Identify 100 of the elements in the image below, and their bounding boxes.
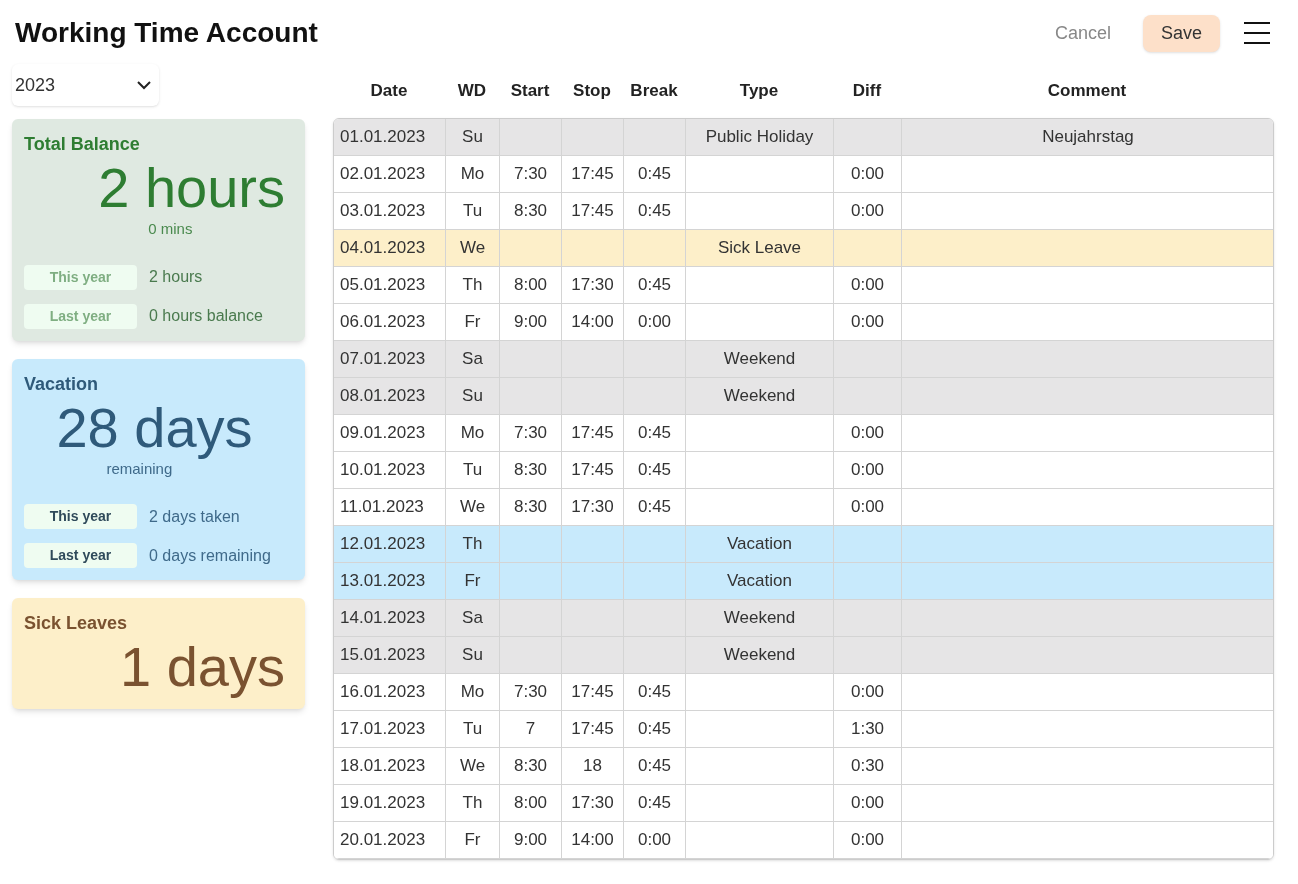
type-cell-text: Weekend bbox=[723, 348, 796, 371]
table-row[interactable]: 05.01.2023 Th 8:00 17:30 0:45 0:00 bbox=[334, 267, 1273, 304]
weekday-cell-text: We bbox=[459, 496, 486, 519]
column-header: WD bbox=[457, 80, 487, 103]
date-cell-text: 08.01.2023 bbox=[340, 385, 426, 408]
break-cell-text: 0:45 bbox=[637, 718, 672, 741]
year-value: 0 hours balance bbox=[149, 306, 263, 326]
weekday-cell-text: Fr bbox=[464, 570, 481, 593]
type-cell-text: Weekend bbox=[723, 385, 796, 408]
weekday-cell-text: Mo bbox=[460, 422, 485, 445]
column-header: Type bbox=[739, 80, 779, 103]
year-select[interactable]: 2023 bbox=[12, 64, 159, 106]
diff-cell-text: 0:00 bbox=[850, 496, 885, 519]
stop-cell-text: 17:45 bbox=[571, 718, 614, 741]
column-header: Stop bbox=[573, 80, 611, 103]
start-cell-text: 7:30 bbox=[513, 681, 548, 704]
table-row[interactable]: 01.01.2023 Su Public Holiday Neujahrstag bbox=[334, 119, 1273, 156]
date-cell-text: 09.01.2023 bbox=[340, 422, 426, 445]
start-cell-text: 8:30 bbox=[513, 755, 548, 778]
weekday-cell-text: Tu bbox=[462, 200, 483, 223]
break-cell-text: 0:45 bbox=[637, 459, 672, 482]
table-row[interactable]: 16.01.2023 Mo 7:30 17:45 0:45 0:00 bbox=[334, 674, 1273, 711]
weekday-cell-text: Su bbox=[462, 644, 483, 667]
date-cell-text: 20.01.2023 bbox=[340, 829, 426, 852]
date-cell-text: 02.01.2023 bbox=[340, 163, 426, 186]
table-row[interactable]: 18.01.2023 We 8:30 18 0:45 0:30 bbox=[334, 748, 1273, 785]
weekday-cell-text: Mo bbox=[460, 163, 485, 186]
break-cell-text: 0:00 bbox=[637, 311, 672, 334]
table-row[interactable]: 07.01.2023 Sa Weekend bbox=[334, 341, 1273, 378]
card-title: Vacation bbox=[24, 372, 100, 396]
start-cell-text: 8:30 bbox=[513, 496, 548, 519]
cancel-button[interactable]: Cancel bbox=[1046, 19, 1119, 47]
break-cell-text: 0:45 bbox=[637, 163, 672, 186]
card-value: 1 days bbox=[120, 637, 285, 697]
column-header: Date bbox=[370, 80, 408, 103]
column-header: Comment bbox=[1047, 80, 1127, 103]
break-cell-text: 0:45 bbox=[637, 274, 672, 297]
table-row[interactable]: 17.01.2023 Tu 7 17:45 0:45 1:30 bbox=[334, 711, 1273, 748]
break-cell-text: 0:45 bbox=[637, 755, 672, 778]
year-value: 2 days taken bbox=[149, 506, 240, 527]
stop-cell-text: 17:45 bbox=[571, 681, 614, 704]
date-cell-text: 11.01.2023 bbox=[340, 496, 424, 519]
start-cell-text: 8:30 bbox=[513, 459, 548, 482]
type-cell-text: Vacation bbox=[727, 570, 792, 593]
weekday-cell-text: Fr bbox=[464, 829, 481, 852]
table-row[interactable]: 15.01.2023 Su Weekend bbox=[334, 637, 1273, 674]
stop-cell-text: 14:00 bbox=[571, 829, 614, 852]
comment-cell-text: Neujahrstag bbox=[1042, 126, 1134, 149]
weekday-cell-text: Th bbox=[462, 792, 483, 815]
stop-cell-text: 17:30 bbox=[571, 274, 614, 297]
table-row[interactable]: 11.01.2023 We 8:30 17:30 0:45 0:00 bbox=[334, 489, 1273, 526]
table-row[interactable]: 12.01.2023 Th Vacation bbox=[334, 526, 1273, 563]
year-label: This year bbox=[24, 504, 137, 529]
start-cell-text: 7 bbox=[525, 718, 536, 741]
start-cell-text: 9:00 bbox=[513, 829, 548, 852]
save-button[interactable]: Save bbox=[1142, 14, 1220, 52]
date-cell-text: 16.01.2023 bbox=[340, 681, 426, 704]
column-header: Start bbox=[510, 80, 550, 103]
table-row[interactable]: 04.01.2023 We Sick Leave bbox=[334, 230, 1273, 267]
date-cell-text: 07.01.2023 bbox=[340, 348, 426, 371]
break-cell-text: 0:45 bbox=[637, 681, 672, 704]
date-cell-text: 10.01.2023 bbox=[340, 459, 426, 482]
table-row[interactable]: 19.01.2023 Th 8:00 17:30 0:45 0:00 bbox=[334, 785, 1273, 822]
table-row[interactable]: 14.01.2023 Sa Weekend bbox=[334, 600, 1273, 637]
table-row[interactable]: 06.01.2023 Fr 9:00 14:00 0:00 0:00 bbox=[334, 304, 1273, 341]
stop-cell-text: 17:45 bbox=[571, 459, 614, 482]
menu-icon[interactable] bbox=[1244, 22, 1270, 44]
weekday-cell-text: We bbox=[459, 755, 486, 778]
table-row[interactable]: 13.01.2023 Fr Vacation bbox=[334, 563, 1273, 600]
table-row[interactable]: 10.01.2023 Tu 8:30 17:45 0:45 0:00 bbox=[334, 452, 1273, 489]
type-cell-text: Weekend bbox=[723, 644, 796, 667]
date-cell-text: 15.01.2023 bbox=[340, 644, 426, 667]
card-subtitle: remaining bbox=[105, 459, 174, 479]
table-row[interactable]: 03.01.2023 Tu 8:30 17:45 0:45 0:00 bbox=[334, 193, 1273, 230]
date-cell-text: 18.01.2023 bbox=[340, 755, 426, 778]
year-label: This year bbox=[24, 264, 137, 290]
start-cell-text: 7:30 bbox=[513, 422, 548, 445]
card-value: 2 hours bbox=[98, 158, 285, 218]
page-title: Working Time Account bbox=[15, 16, 318, 50]
date-cell-text: 03.01.2023 bbox=[340, 200, 426, 223]
table-row[interactable]: 09.01.2023 Mo 7:30 17:45 0:45 0:00 bbox=[334, 415, 1273, 452]
weekday-cell-text: Sa bbox=[462, 607, 483, 630]
table-row[interactable]: 20.01.2023 Fr 9:00 14:00 0:00 0:00 bbox=[334, 822, 1273, 859]
break-cell-text: 0:45 bbox=[637, 422, 672, 445]
start-cell-text: 8:30 bbox=[513, 200, 548, 223]
date-cell-text: 06.01.2023 bbox=[340, 311, 426, 334]
card-title: Sick Leaves bbox=[24, 612, 129, 635]
weekday-cell-text: Th bbox=[462, 274, 483, 297]
year-label: Last year bbox=[24, 543, 137, 568]
diff-cell-text: 0:00 bbox=[850, 459, 885, 482]
column-header: Break bbox=[630, 80, 678, 103]
chevron-down-icon bbox=[137, 80, 151, 90]
table-row[interactable]: 02.01.2023 Mo 7:30 17:45 0:45 0:00 bbox=[334, 156, 1273, 193]
table-row[interactable]: 08.01.2023 Su Weekend bbox=[334, 378, 1273, 415]
weekday-cell-text: Tu bbox=[462, 718, 483, 741]
type-cell-text: Weekend bbox=[723, 607, 796, 630]
weekday-cell-text: We bbox=[459, 237, 486, 260]
diff-cell-text: 0:00 bbox=[850, 792, 885, 815]
break-cell-text: 0:00 bbox=[637, 829, 672, 852]
type-cell-text: Vacation bbox=[727, 533, 792, 556]
